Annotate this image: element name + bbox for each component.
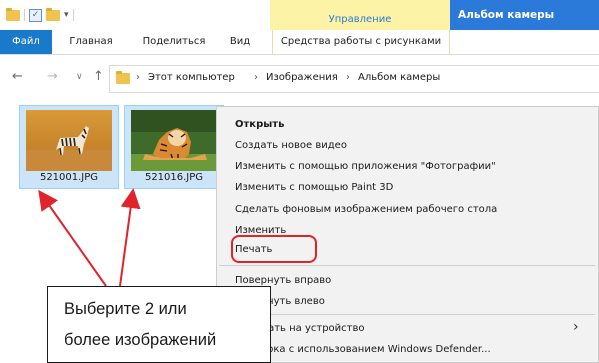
toolbar-divider (72, 9, 74, 21)
zebra-thumbnail (26, 110, 112, 171)
menu-divider (219, 314, 595, 315)
address-bar[interactable]: › Этот компьютер › Изображения › Альбом … (109, 65, 599, 93)
folder-icon (6, 7, 20, 21)
menu-item-open[interactable]: Открыть (235, 119, 284, 130)
tiger-thumbnail (131, 110, 217, 171)
breadcrumb-this-pc[interactable]: Этот компьютер (148, 72, 235, 83)
tab-view[interactable]: Вид (222, 30, 258, 54)
file-item[interactable]: 521001.JPG (19, 105, 119, 189)
callout-line-1: Выберите 2 или (64, 300, 187, 318)
menu-item-edit-photos[interactable]: Изменить с помощью приложения "Фотографи… (235, 161, 496, 172)
breadcrumb-camera-roll[interactable]: Альбом камеры (358, 72, 440, 83)
toolbar-divider (24, 9, 25, 21)
chevron-right-icon[interactable]: › (346, 72, 350, 83)
instruction-callout: Выберите 2 или более изображений (47, 286, 271, 363)
context-tab-label: Управление (328, 14, 392, 25)
menu-divider (219, 265, 595, 266)
new-folder-icon[interactable] (46, 7, 60, 21)
forward-arrow-icon[interactable]: → (47, 69, 58, 84)
customize-toolbar-icon[interactable]: ▾ (64, 10, 69, 20)
up-arrow-icon[interactable]: ↑ (93, 69, 104, 84)
title-bar: ✓ ▾ Управление Альбом камеры (0, 0, 599, 30)
window-title: Альбом камеры (458, 9, 555, 21)
submenu-chevron-icon: › (573, 319, 579, 335)
recent-locations-icon[interactable]: ∨ (76, 72, 83, 82)
callout-line-2: более изображений (64, 331, 217, 349)
file-name: 521001.JPG (39, 172, 99, 183)
menu-item-set-background[interactable]: Сделать фоновым изображением рабочего ст… (235, 204, 497, 215)
menu-item-edit-paint3d[interactable]: Изменить с помощью Paint 3D (235, 182, 393, 193)
file-item[interactable]: 521016.JPG (124, 105, 224, 189)
menu-item-rotate-right[interactable]: Повернуть вправо (235, 275, 331, 286)
context-tab-header[interactable]: Управление (270, 0, 450, 30)
menu-item-scan-defender[interactable]: Проверка с использованием Windows Defend… (235, 344, 491, 355)
context-menu: Открыть Создать новое видео Изменить с п… (216, 106, 599, 363)
quick-access-toolbar: ✓ ▾ (6, 7, 74, 23)
chevron-right-icon[interactable]: › (254, 72, 258, 83)
address-bar-row: ← → ∨ ↑ › Этот компьютер › Изображения ›… (0, 55, 599, 99)
breadcrumb-pictures[interactable]: Изображения (266, 72, 338, 83)
file-name: 521016.JPG (144, 172, 204, 183)
tab-share[interactable]: Поделиться (136, 30, 212, 54)
print-highlight (231, 235, 317, 263)
tab-file[interactable]: Файл (0, 30, 52, 54)
folder-icon (116, 71, 130, 84)
properties-icon[interactable]: ✓ (29, 8, 42, 22)
chevron-right-icon[interactable]: › (136, 72, 140, 83)
tab-home[interactable]: Главная (58, 30, 124, 54)
menu-item-create-video[interactable]: Создать новое видео (235, 140, 347, 151)
back-arrow-icon[interactable]: ← (12, 69, 23, 84)
ribbon-tabs: Файл Главная Поделиться Вид Средства раб… (0, 30, 599, 55)
tab-picture-tools[interactable]: Средства работы с рисунками (272, 30, 450, 54)
